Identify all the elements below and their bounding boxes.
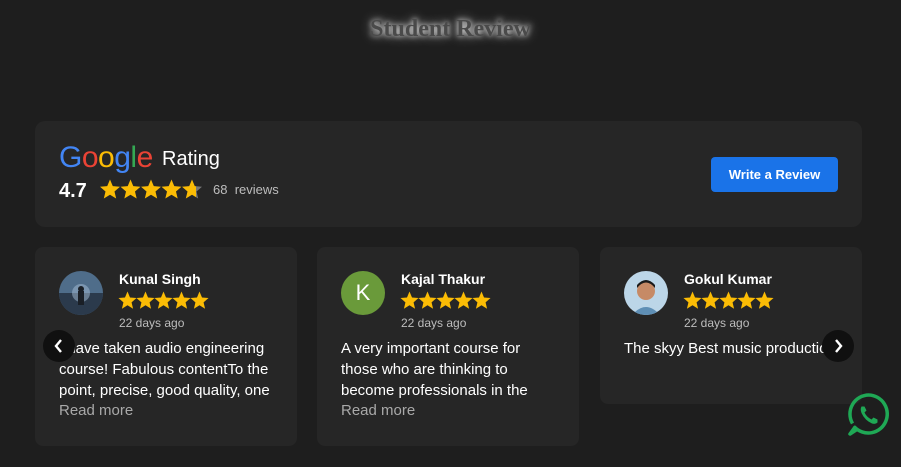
review-stars xyxy=(118,291,209,309)
write-review-button[interactable]: Write a Review xyxy=(711,157,838,192)
avatar xyxy=(624,271,668,315)
star-icon xyxy=(737,291,756,309)
star-icon xyxy=(120,179,141,199)
carousel-next-button[interactable] xyxy=(822,330,854,362)
review-card: K Kajal Thakur 22 days ago A very import… xyxy=(317,247,579,446)
reviewer-name: Kajal Thakur xyxy=(401,271,486,287)
review-date: 22 days ago xyxy=(684,316,750,330)
star-icon xyxy=(472,291,491,309)
review-date: 22 days ago xyxy=(119,316,185,330)
whatsapp-button[interactable] xyxy=(846,392,892,438)
review-text: A very important course for those who ar… xyxy=(341,340,528,399)
avatar: K xyxy=(341,271,385,315)
star-icon xyxy=(418,291,437,309)
avatar-letter: K xyxy=(355,280,371,305)
star-icon xyxy=(182,179,202,199)
avatar xyxy=(59,271,103,315)
star-icon xyxy=(100,179,120,199)
star-icon xyxy=(719,291,738,309)
read-more-link[interactable]: Read more xyxy=(341,402,415,419)
read-more-link[interactable]: Read more xyxy=(59,402,133,419)
reviewer-name: Gokul Kumar xyxy=(684,271,772,287)
star-icon xyxy=(683,291,702,309)
star-icon xyxy=(154,291,173,309)
review-stars xyxy=(683,291,774,309)
chevron-right-icon xyxy=(835,339,843,353)
carousel-prev-button[interactable] xyxy=(43,330,75,362)
star-icon xyxy=(400,291,419,309)
reviewer-name: Kunal Singh xyxy=(119,271,201,287)
star-icon xyxy=(436,291,455,309)
chevron-left-icon xyxy=(54,339,62,353)
star-icon xyxy=(701,291,720,309)
review-text: I have taken audio engineering course! F… xyxy=(59,340,270,399)
google-logo: Google xyxy=(59,141,153,174)
review-text: The skyy Best music productions xyxy=(624,340,844,357)
review-count: 68 reviews xyxy=(213,182,279,197)
star-icon xyxy=(161,179,182,199)
rating-score: 4.7 xyxy=(59,180,87,202)
star-icon xyxy=(454,291,473,309)
rating-stars xyxy=(100,179,202,199)
review-stars xyxy=(400,291,491,309)
google-rating-panel: Google Rating 4.7 68 reviews Write a Rev… xyxy=(35,121,862,227)
page-title: Student Review xyxy=(370,16,531,42)
rating-label: Rating xyxy=(162,148,220,170)
star-icon xyxy=(755,291,774,309)
star-icon xyxy=(190,291,209,309)
whatsapp-icon xyxy=(848,393,889,436)
review-card: Gokul Kumar 22 days ago The skyy Best mu… xyxy=(600,247,862,404)
review-date: 22 days ago xyxy=(401,316,467,330)
star-icon xyxy=(141,179,161,199)
star-icon xyxy=(136,291,155,309)
star-icon xyxy=(172,291,191,309)
star-icon xyxy=(118,291,137,309)
